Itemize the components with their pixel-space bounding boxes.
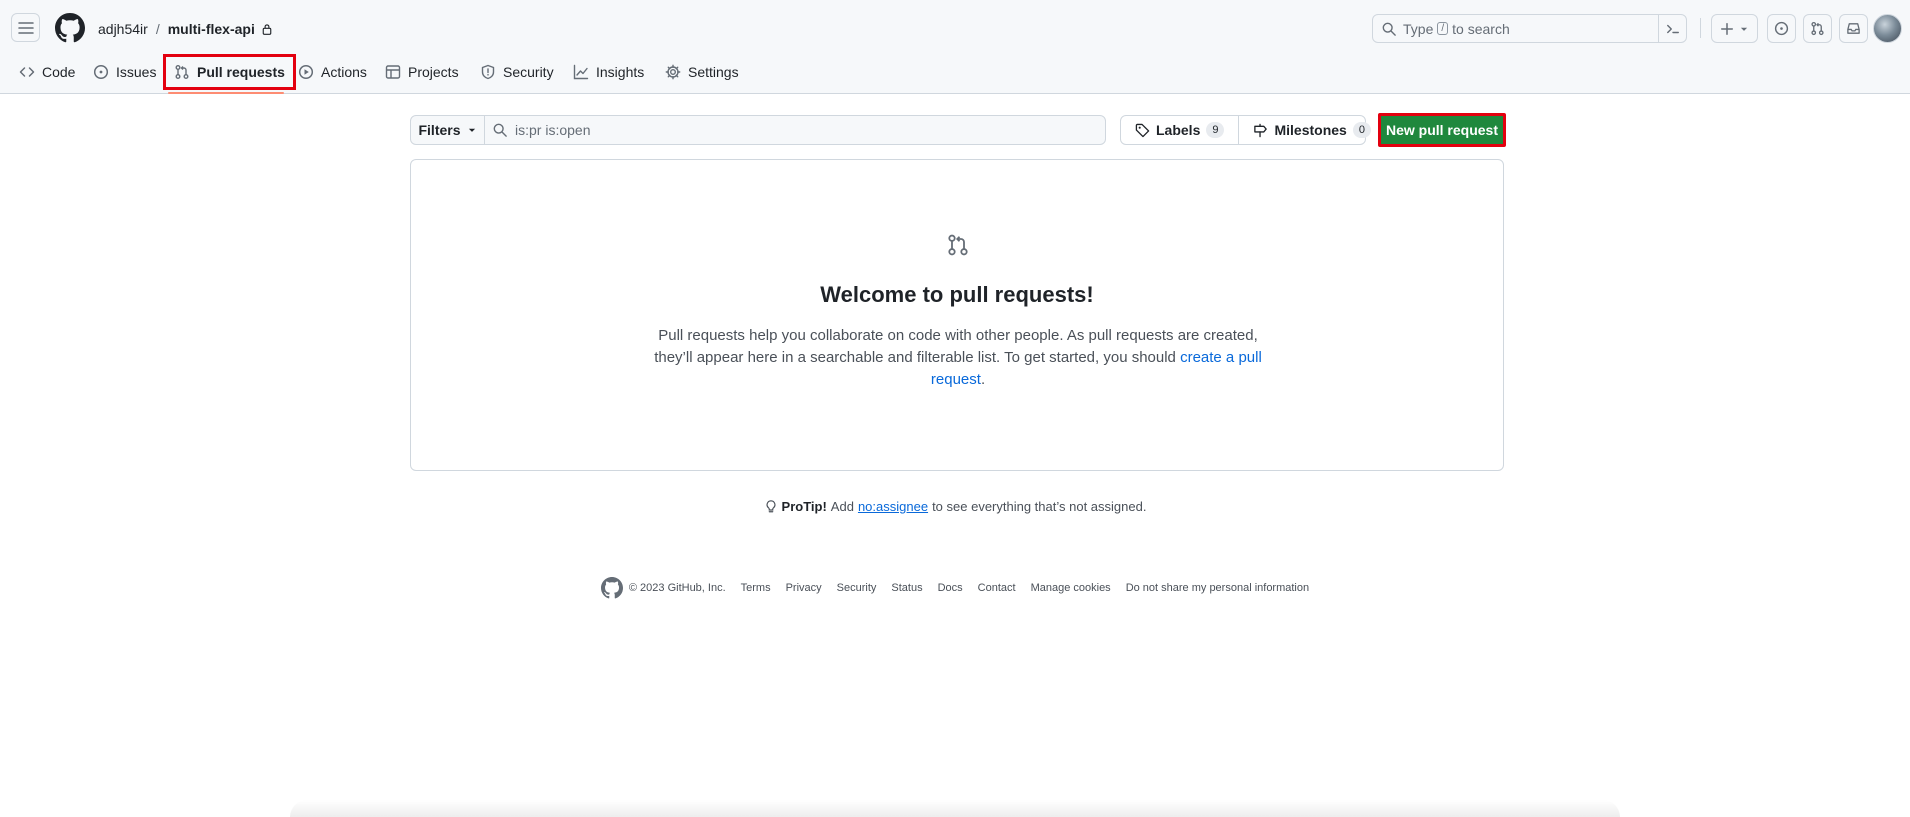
milestone-icon <box>1254 123 1268 137</box>
table-icon <box>385 65 401 79</box>
footer-link-status[interactable]: Status <box>891 582 922 594</box>
gear-icon <box>665 64 681 80</box>
footer-link-privacy[interactable]: Privacy <box>786 582 822 594</box>
tab-insights-label: Insights <box>596 64 645 80</box>
user-avatar[interactable] <box>1873 14 1902 43</box>
no-assignee-link[interactable]: no:assignee <box>858 499 928 514</box>
blankslate-text-end: . <box>980 371 986 388</box>
global-search-input[interactable]: Type / to search <box>1372 14 1687 43</box>
git-pull-request-icon <box>1811 21 1824 36</box>
pull-requests-button[interactable] <box>1803 14 1832 43</box>
milestones-label: Milestones <box>1274 122 1347 138</box>
site-footer: © 2023 GitHub, Inc. Terms Privacy Securi… <box>0 577 1910 599</box>
new-pull-request-button[interactable]: New pull request <box>1378 113 1506 147</box>
light-bulb-icon <box>766 500 775 513</box>
repo-owner-link[interactable]: adjh54ir <box>98 21 148 37</box>
triangle-down-icon <box>1740 27 1748 31</box>
protip: ProTip! Add no:assignee to see everythin… <box>0 499 1910 514</box>
tab-pull-requests[interactable]: Pull requests <box>163 54 296 90</box>
tab-actions-label: Actions <box>321 64 367 80</box>
blankslate-title: Welcome to pull requests! <box>820 282 1094 307</box>
protip-text-before: Add <box>830 499 854 514</box>
tag-icon <box>1135 123 1150 137</box>
page-bottom-shadow <box>290 800 1620 817</box>
breadcrumb-separator: / <box>155 21 160 37</box>
footer-brand: © 2023 GitHub, Inc. <box>600 577 726 599</box>
search-icon <box>493 123 507 137</box>
search-icon <box>1382 22 1396 36</box>
blankslate-description: Pull requests help you collaborate on co… <box>651 325 1265 391</box>
footer-link-docs[interactable]: Docs <box>938 582 963 594</box>
tab-settings[interactable]: Settings <box>657 57 747 87</box>
milestones-button[interactable]: Milestones 0 <box>1238 116 1384 144</box>
pr-search-input[interactable]: is:pr is:open <box>484 115 1106 145</box>
tab-projects[interactable]: Projects <box>377 57 467 87</box>
filters-label: Filters <box>418 122 461 138</box>
header-divider <box>1700 18 1701 38</box>
footer-link-manage-cookies[interactable]: Manage cookies <box>1031 582 1111 594</box>
repo-name-link[interactable]: multi-flex-api <box>168 21 255 37</box>
shield-icon <box>481 64 495 80</box>
git-pull-request-icon <box>948 234 968 256</box>
plus-icon <box>1721 22 1733 35</box>
github-logo-icon[interactable] <box>600 577 623 599</box>
tab-code-label: Code <box>42 64 76 80</box>
play-icon <box>298 64 314 80</box>
labels-milestones-group: Labels 9 Milestones 0 <box>1120 115 1371 145</box>
footer-link-terms[interactable]: Terms <box>741 582 771 594</box>
tab-projects-label: Projects <box>408 64 459 80</box>
hamburger-icon <box>17 21 34 34</box>
git-pull-request-icon <box>175 65 189 79</box>
footer-link-contact[interactable]: Contact <box>978 582 1016 594</box>
lock-icon <box>262 24 272 35</box>
tab-pull-requests-label: Pull requests <box>197 64 285 80</box>
tab-settings-label: Settings <box>688 64 739 80</box>
labels-label: Labels <box>1156 122 1201 138</box>
issue-opened-icon <box>93 64 109 80</box>
footer-copyright: © 2023 GitHub, Inc. <box>628 582 726 594</box>
footer-link-security[interactable]: Security <box>837 582 877 594</box>
repo-breadcrumb: adjh54ir / multi-flex-api <box>98 19 273 39</box>
tab-insights[interactable]: Insights <box>565 57 652 87</box>
search-suffix: to search <box>1452 20 1510 37</box>
protip-label: ProTip! <box>781 499 827 514</box>
graph-icon <box>573 64 589 80</box>
inbox-button[interactable] <box>1839 14 1868 43</box>
command-palette-button[interactable] <box>1658 15 1686 42</box>
filters-dropdown-button[interactable]: Filters <box>410 115 485 145</box>
labels-count: 9 <box>1206 122 1225 138</box>
search-shortcut-key: / <box>1437 22 1449 35</box>
tab-code[interactable]: Code <box>11 57 83 87</box>
tab-issues-label: Issues <box>116 64 157 80</box>
menu-button[interactable] <box>11 13 40 42</box>
tab-security-label: Security <box>503 64 554 80</box>
pr-search-query: is:pr is:open <box>515 122 591 138</box>
protip-text-after: to see everything that’s not assigned. <box>932 499 1147 514</box>
issue-opened-icon <box>1774 21 1789 36</box>
repo-nav: Code Issues Pull requests Actions Projec… <box>0 54 1910 94</box>
triangle-down-icon <box>468 128 475 132</box>
labels-button[interactable]: Labels 9 <box>1121 116 1238 144</box>
pr-toolbar: Filters is:pr is:open Labels 9 Milestone… <box>410 113 1506 147</box>
selected-tab-underline <box>168 92 284 94</box>
inbox-icon <box>1847 23 1860 34</box>
pull-requests-blankslate: Welcome to pull requests! Pull requests … <box>410 159 1504 471</box>
search-prefix: Type <box>1403 20 1434 37</box>
tab-security[interactable]: Security <box>472 57 562 87</box>
blankslate-text: Pull requests help you collaborate on co… <box>654 327 1258 366</box>
terminal-icon <box>1666 24 1679 33</box>
github-logo-icon[interactable] <box>55 13 85 43</box>
tab-issues[interactable]: Issues <box>85 57 164 87</box>
issues-button[interactable] <box>1767 14 1796 43</box>
code-icon <box>19 67 35 77</box>
footer-link-do-not-share[interactable]: Do not share my personal information <box>1126 582 1309 594</box>
tab-actions[interactable]: Actions <box>290 57 375 87</box>
milestones-count: 0 <box>1352 122 1371 138</box>
create-new-button[interactable] <box>1711 14 1758 43</box>
